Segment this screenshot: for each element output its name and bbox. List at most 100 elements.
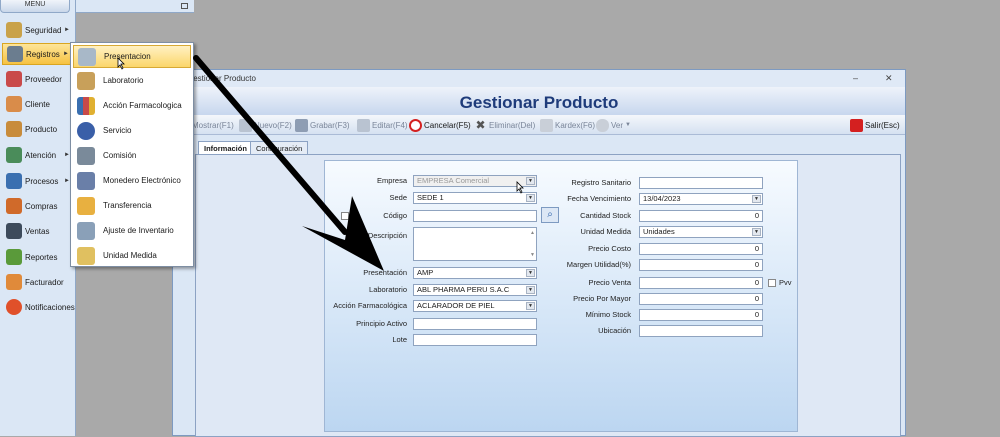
presentacion-select[interactable]: AMP ▼: [413, 267, 537, 279]
ubicacion-label: Ubicación: [598, 326, 631, 335]
submenu-item-transferencia[interactable]: Transferencia: [73, 194, 191, 217]
chevron-down-icon: ▼: [752, 228, 761, 236]
sidebar-item-label: Registros: [26, 49, 60, 59]
wallet-icon: [77, 171, 95, 190]
empresa-select[interactable]: EMPRESA Comercial ▼: [413, 175, 537, 187]
sidebar-item-label: Compras: [25, 201, 58, 211]
books-icon: [77, 96, 95, 115]
submenu-item-servicio[interactable]: Servicio: [73, 119, 191, 142]
presentation-icon: [78, 47, 96, 66]
margen-input[interactable]: 0: [639, 259, 763, 271]
shopping-bag-icon: [6, 198, 22, 214]
cantidad-stock-input[interactable]: 0: [639, 210, 763, 222]
sede-label: Sede: [389, 193, 407, 202]
codigo-checkbox[interactable]: [341, 212, 349, 220]
sidebar-item-label: Cliente: [25, 99, 50, 109]
restore-icon[interactable]: [181, 3, 188, 9]
margen-label: Margen Utilidad(%): [566, 260, 631, 269]
chevron-down-icon: ▼: [526, 269, 535, 277]
new-icon: [239, 118, 252, 132]
process-icon: [6, 173, 22, 189]
kardex-icon: [540, 118, 553, 132]
eliminar-button[interactable]: ✖ Eliminar(Del): [474, 117, 535, 133]
sidebar-item-proveedor[interactable]: Proveedor: [2, 68, 74, 90]
lock-icon: [6, 22, 22, 38]
sidebar-item-procesos[interactable]: Procesos ►: [2, 170, 74, 192]
sidebar-item-facturador[interactable]: Facturador: [2, 271, 74, 293]
registry-icon: [7, 46, 23, 62]
sidebar-item-seguridad[interactable]: Seguridad ►: [2, 19, 74, 41]
cancelar-button[interactable]: Cancelar(F5): [409, 117, 471, 133]
sidebar-item-label: Proveedor: [25, 74, 62, 84]
sidebar-item-cliente[interactable]: Cliente: [2, 93, 74, 115]
submenu-item-unidad-medida[interactable]: Unidad Medida: [73, 244, 191, 267]
sidebar-item-producto[interactable]: Producto: [2, 118, 74, 140]
sidebar-item-reportes[interactable]: Reportes: [2, 246, 74, 268]
precio-costo-input[interactable]: 0: [639, 243, 763, 255]
product-form: Empresa EMPRESA Comercial ▼ Sede SEDE 1 ▼ …: [324, 160, 798, 432]
salir-button[interactable]: Salir(Esc): [850, 117, 900, 133]
cantidad-stock-label: Cantidad Stock: [580, 211, 631, 220]
sidebar-item-label: Notificaciones: [25, 302, 75, 312]
codigo-input[interactable]: [413, 210, 537, 222]
sidebar-item-label: Reportes: [25, 252, 58, 262]
precio-mayor-input[interactable]: 0: [639, 293, 763, 305]
client-icon: [6, 96, 22, 112]
commission-icon: [77, 146, 95, 165]
sidebar-item-label: Producto: [25, 124, 58, 134]
accion-select[interactable]: ACLARADOR DE PIEL ▼: [413, 300, 537, 312]
chevron-down-icon: ▼: [526, 302, 535, 310]
window-titlebar: Gestionar Producto – ✕: [173, 70, 905, 87]
sidebar-item-label: Ventas: [25, 226, 50, 236]
sidebar-item-notificaciones[interactable]: Notificaciones: [2, 296, 75, 318]
close-icon[interactable]: ✕: [885, 70, 893, 87]
chevron-down-icon: ▼: [625, 122, 631, 128]
service-icon: [77, 121, 95, 140]
fecha-vencimiento-picker[interactable]: 13/04/2023 ▼: [639, 193, 763, 205]
principio-label: Principio Activo: [356, 319, 407, 328]
gestionar-producto-window: Gestionar Producto – ✕ Gestionar Product…: [172, 69, 906, 437]
precio-venta-input[interactable]: 0: [639, 277, 763, 289]
submenu-item-accion-farmacologica[interactable]: Acción Farmacologica: [73, 94, 191, 117]
unidad-medida-select[interactable]: Unidades ▼: [639, 226, 763, 238]
top-strip: [76, 0, 194, 13]
chevron-down-icon: ▼: [526, 286, 535, 294]
nuevo-button[interactable]: Nuevo(F2): [239, 117, 292, 133]
registros-submenu: Presentacion Laboratorio Acción Farmacol…: [70, 42, 194, 267]
pvv-checkbox[interactable]: [768, 279, 776, 287]
precio-costo-label: Precio Costo: [588, 244, 631, 253]
sidebar-item-atencion[interactable]: Atención ►: [2, 144, 74, 166]
tab-informacion[interactable]: Información: [198, 141, 253, 155]
lote-input[interactable]: [413, 334, 537, 346]
ubicacion-input[interactable]: [639, 325, 763, 337]
registro-sanitario-input[interactable]: [639, 177, 763, 189]
descripcion-label: Descripción: [367, 231, 407, 240]
minimo-stock-input[interactable]: 0: [639, 309, 763, 321]
editar-button[interactable]: Editar(F4): [357, 117, 408, 133]
chevron-down-icon: ▼: [526, 177, 535, 185]
principio-input[interactable]: [413, 318, 537, 330]
sidebar-item-compras[interactable]: Compras: [2, 195, 74, 217]
ver-button[interactable]: Ver ▼: [596, 117, 631, 133]
chevron-down-icon: ▼: [526, 194, 535, 202]
search-icon: ⌕: [547, 209, 553, 220]
minimize-icon[interactable]: –: [853, 70, 858, 87]
inventory-icon: [77, 221, 95, 240]
lote-label: Lote: [392, 335, 407, 344]
laboratorio-select[interactable]: ABL PHARMA PERU S.A.C ▼: [413, 284, 537, 296]
sede-select[interactable]: SEDE 1 ▼: [413, 192, 537, 204]
sidebar-item-ventas[interactable]: Ventas: [2, 220, 74, 242]
submenu-item-comision[interactable]: Comisión: [73, 144, 191, 167]
descripcion-textarea[interactable]: ▲ ▼: [413, 227, 537, 261]
submenu-item-laboratorio[interactable]: Laboratorio: [73, 69, 191, 92]
kardex-button[interactable]: Kardex(F6): [540, 117, 595, 133]
sidebar-item-registros[interactable]: Registros ►: [2, 43, 74, 65]
grabar-button[interactable]: Grabar(F3): [295, 117, 350, 133]
notification-icon: [6, 299, 22, 315]
tab-configuracion[interactable]: Configuración: [250, 141, 309, 155]
submenu-item-ajuste-inventario[interactable]: Ajuste de Inventario: [73, 219, 191, 242]
submenu-item-monedero[interactable]: Monedero Electrónico: [73, 169, 191, 192]
submenu-item-presentacion[interactable]: Presentacion: [73, 45, 191, 68]
menu-header[interactable]: MENU: [0, 0, 70, 13]
search-button[interactable]: ⌕: [541, 207, 559, 223]
